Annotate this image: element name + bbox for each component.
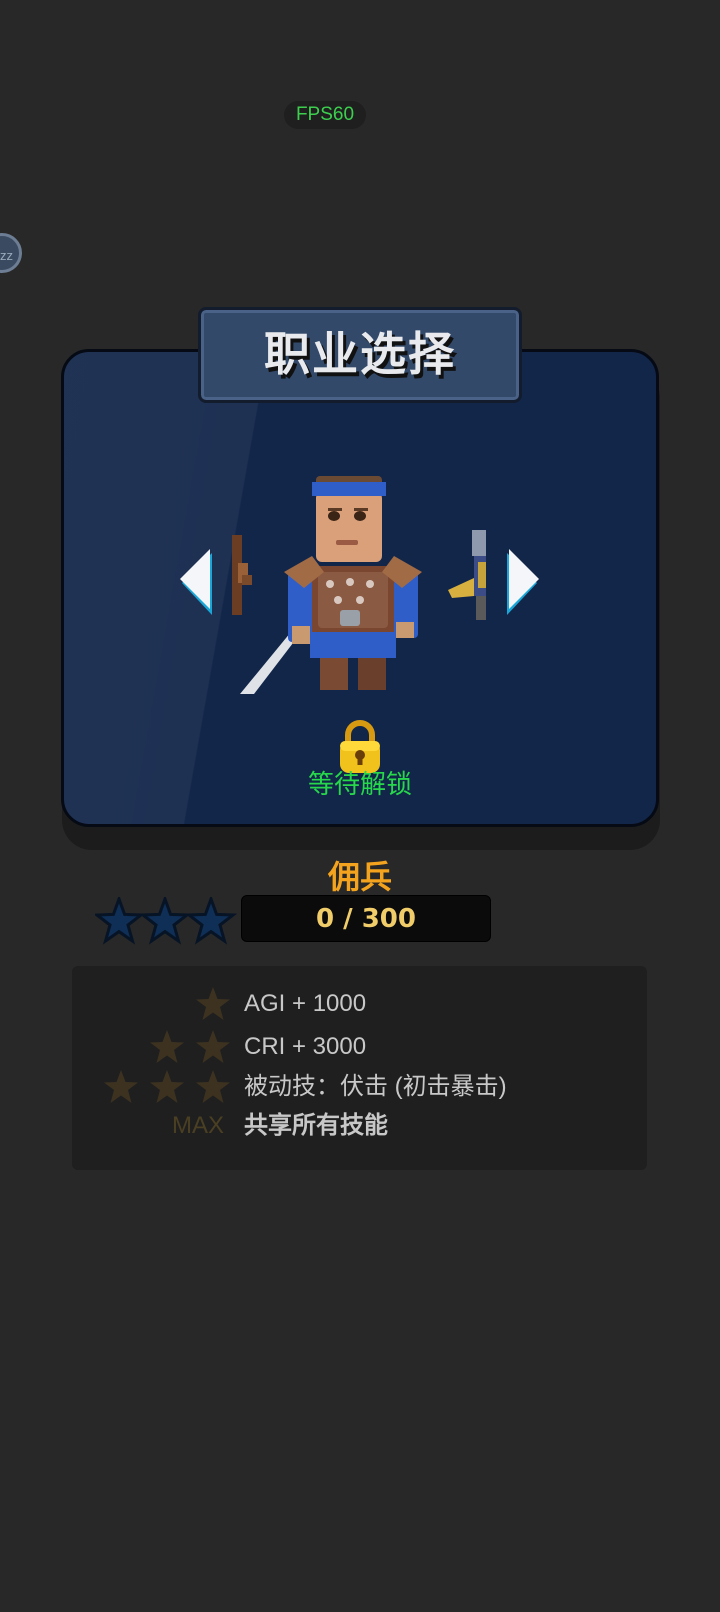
star-icon (196, 1070, 230, 1103)
character-mercenary[interactable] (240, 476, 430, 694)
class-name: 佣兵 (327, 858, 392, 896)
lock-status-text: 等待解锁 (307, 770, 412, 800)
page-title: 职业选择 (264, 327, 456, 381)
bonus-row: 被动技：伏击 (初击暴击) (72, 1067, 647, 1107)
arrow-left-icon[interactable] (180, 549, 214, 621)
padlock-icon (340, 720, 380, 773)
bonus-info-box: AGI + 1000 CRI + 3000 被动技：伏击 (初击暴击) MAX … (72, 966, 647, 1170)
star-icon (95, 897, 146, 945)
rank-stars (95, 897, 238, 945)
floating-menu-button[interactable]: zz (0, 233, 22, 273)
fps-counter: FPS60 (284, 101, 366, 129)
bonus-text: 被动技：伏击 (初击暴击) (244, 1073, 507, 1100)
max-tier-label: MAX (172, 1112, 225, 1139)
star-icon (150, 1030, 184, 1063)
star-icon (196, 1030, 230, 1063)
star-icon (104, 1070, 138, 1103)
bonus-text: AGI + 1000 (244, 990, 367, 1017)
shard-progress: 0 / 300 (241, 895, 491, 942)
bonus-text: 共享所有技能 (244, 1112, 388, 1139)
arrow-right-icon[interactable] (505, 549, 539, 621)
star-icon (184, 897, 238, 945)
bonus-text: CRI + 3000 (244, 1033, 367, 1060)
bonus-row: AGI + 1000 (72, 984, 647, 1024)
star-icon (138, 897, 192, 945)
star-icon (150, 1070, 184, 1103)
bonus-row: MAX 共享所有技能 (72, 1106, 647, 1146)
bonus-row: CRI + 3000 (72, 1027, 647, 1067)
star-icon (196, 987, 230, 1020)
next-character-preview[interactable] (448, 530, 486, 620)
